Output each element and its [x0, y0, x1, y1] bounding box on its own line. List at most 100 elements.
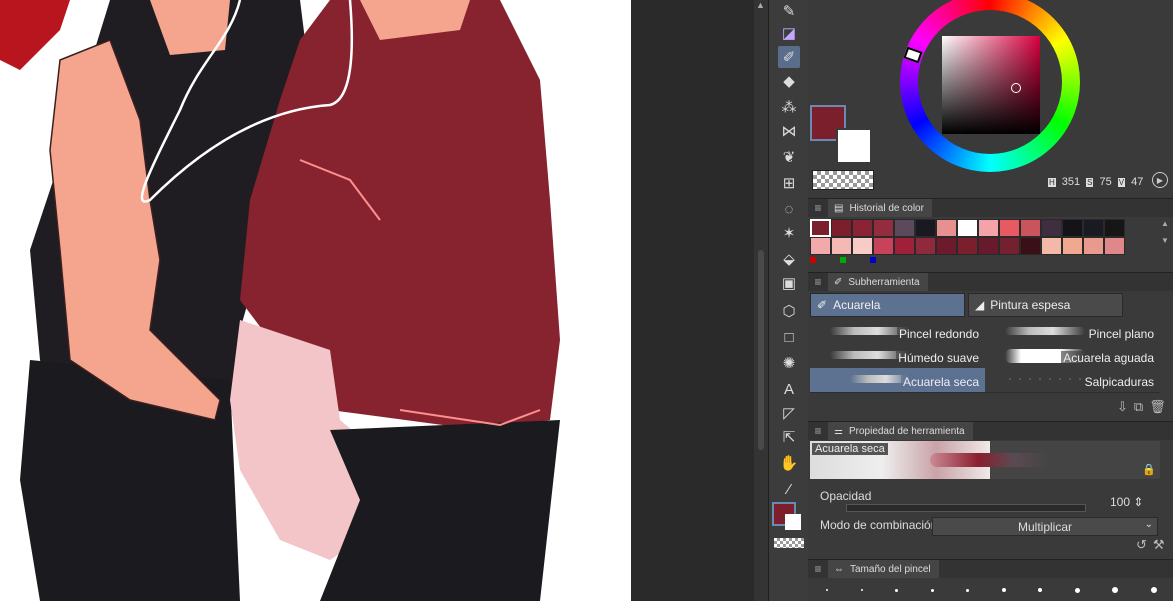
panel-menu-icon[interactable]: ≡ [808, 562, 828, 576]
history-scroll[interactable]: ▲ ▼ [1161, 219, 1171, 245]
size-preset[interactable] [1001, 588, 1006, 592]
wrench-icon[interactable]: ⚒ [1153, 537, 1165, 553]
color-history-swatch[interactable] [1041, 237, 1062, 255]
hand-icon[interactable]: ✋ [778, 452, 800, 474]
marker-icon[interactable]: ◪ [778, 22, 800, 44]
magic-wand-icon[interactable]: ✶ [778, 222, 800, 244]
color-history-swatch[interactable] [915, 219, 936, 237]
size-preset[interactable] [966, 588, 970, 592]
blend-mode-select[interactable]: Multiplicar ⌄ [932, 517, 1158, 536]
size-preset[interactable] [895, 588, 899, 592]
sv-pointer[interactable] [1011, 83, 1021, 93]
color-history-swatch[interactable] [1083, 237, 1104, 255]
color-history-swatch[interactable] [831, 219, 852, 237]
scrollbar-thumb[interactable] [758, 250, 764, 450]
ruler-icon[interactable]: ✺ [778, 352, 800, 374]
trash-icon[interactable]: 🗑 [1149, 399, 1166, 415]
panel-menu-icon[interactable]: ≡ [808, 275, 828, 289]
color-history-swatch[interactable] [810, 219, 831, 237]
stepper-icon[interactable]: ⇕ [1133, 495, 1143, 509]
size-preset[interactable] [860, 589, 863, 591]
blend-icon[interactable]: ❦ [778, 146, 800, 168]
toolbar-transparent-color[interactable] [774, 538, 804, 548]
reset-icon[interactable]: ↺ [1136, 537, 1147, 553]
color-history-swatch[interactable] [1083, 219, 1104, 237]
color-history-swatch[interactable] [894, 237, 915, 255]
brush-item[interactable]: Húmedo suave [810, 344, 985, 369]
size-preset[interactable] [826, 589, 829, 591]
panel-menu-icon[interactable]: ≡ [808, 201, 828, 215]
correct-line-icon[interactable]: ⇱ [778, 426, 800, 448]
color-history-swatch[interactable] [957, 237, 978, 255]
color-history-swatch[interactable] [915, 237, 936, 255]
brush-item[interactable]: Pincel redondo [810, 320, 985, 345]
tab-subtool[interactable]: ✐ Subherramienta [828, 273, 928, 291]
tab-color-history[interactable]: ▤ Historial de color [828, 199, 932, 217]
color-history-swatch[interactable] [894, 219, 915, 237]
color-history-swatch[interactable] [1062, 237, 1083, 255]
grid-icon[interactable]: ⊞ [778, 172, 800, 194]
drawing-canvas[interactable] [0, 0, 631, 601]
brush-icon[interactable]: ✐ [778, 46, 800, 68]
color-history-swatch[interactable] [873, 219, 894, 237]
color-history-swatch[interactable] [1104, 219, 1125, 237]
group-tab-watercolor[interactable]: ✐ Acuarela [810, 293, 965, 317]
color-history-swatch[interactable] [1104, 237, 1125, 255]
size-preset[interactable] [1150, 587, 1157, 593]
color-history-swatch[interactable] [957, 219, 978, 237]
opacity-slider[interactable] [846, 504, 1086, 512]
color-history-swatch[interactable] [1041, 219, 1062, 237]
transparent-color-swatch[interactable] [812, 170, 874, 190]
color-history-swatch[interactable] [852, 219, 873, 237]
color-history-swatch[interactable] [978, 237, 999, 255]
color-history-swatch[interactable] [1062, 219, 1083, 237]
group-tab-thick-paint[interactable]: ◢ Pintura espesa [968, 293, 1123, 317]
color-history-swatch[interactable] [1020, 237, 1041, 255]
scroll-up-icon[interactable]: ▲ [756, 0, 765, 10]
pen-icon[interactable]: ✎ [778, 0, 800, 22]
text-icon[interactable]: A [778, 378, 800, 400]
eyedropper-icon[interactable]: ⁄ [778, 478, 800, 500]
sub-color-swatch[interactable] [836, 128, 872, 164]
airbrush-icon[interactable]: ⁂ [778, 96, 800, 118]
operation-icon[interactable]: ⬡ [778, 300, 800, 322]
opacity-value[interactable]: 100 ⇕ [1110, 495, 1143, 509]
fill-icon[interactable]: ⬙ [778, 248, 800, 270]
saturation-value-square[interactable] [942, 36, 1040, 134]
lock-icon[interactable]: 🔒 [1142, 463, 1156, 476]
color-history-swatch[interactable] [999, 219, 1020, 237]
color-history-swatch[interactable] [810, 237, 831, 255]
tab-tool-property[interactable]: ⚌ Propiedad de herramienta [828, 422, 973, 440]
color-history-swatch[interactable] [936, 219, 957, 237]
brush-item-selected[interactable]: Acuarela seca [810, 368, 985, 393]
canvas-vertical-scrollbar[interactable]: ▲ [754, 0, 768, 601]
decoration-icon[interactable]: ⋈ [778, 120, 800, 142]
download-icon[interactable]: ⇩ [1117, 399, 1128, 415]
gradient-icon[interactable]: ▣ [778, 272, 800, 294]
color-history-swatch[interactable] [831, 237, 852, 255]
play-icon[interactable]: ▶ [1152, 172, 1168, 188]
size-preset[interactable] [930, 588, 934, 592]
lasso-icon[interactable]: ◌ [778, 198, 800, 220]
color-history-swatch[interactable] [852, 237, 873, 255]
size-preset[interactable] [1074, 587, 1080, 593]
rectangle-icon[interactable]: □ [778, 326, 800, 348]
frame-icon[interactable]: ◸ [778, 402, 800, 424]
scroll-up-icon[interactable]: ▲ [1161, 219, 1171, 228]
scroll-down-icon[interactable]: ▼ [1161, 236, 1171, 245]
color-history-swatch[interactable] [873, 237, 894, 255]
color-history-swatch[interactable] [1020, 219, 1041, 237]
color-history-swatch[interactable] [999, 237, 1020, 255]
eraser-icon[interactable]: ◆ [778, 70, 800, 92]
color-history-swatch[interactable] [978, 219, 999, 237]
tab-brush-size[interactable]: ⇔ Tamaño del pincel [828, 560, 939, 578]
size-preset[interactable] [1112, 587, 1119, 593]
size-preset[interactable] [1038, 588, 1043, 592]
panel-menu-icon[interactable]: ≡ [808, 424, 828, 438]
brush-item[interactable]: Pincel plano [985, 320, 1160, 345]
toolbar-sub-color[interactable] [785, 514, 801, 530]
color-history-swatch[interactable] [936, 237, 957, 255]
brush-item[interactable]: Acuarela aguada [985, 344, 1160, 369]
duplicate-icon[interactable]: ⧉ [1134, 399, 1143, 415]
brush-item[interactable]: Salpicaduras [985, 368, 1160, 393]
